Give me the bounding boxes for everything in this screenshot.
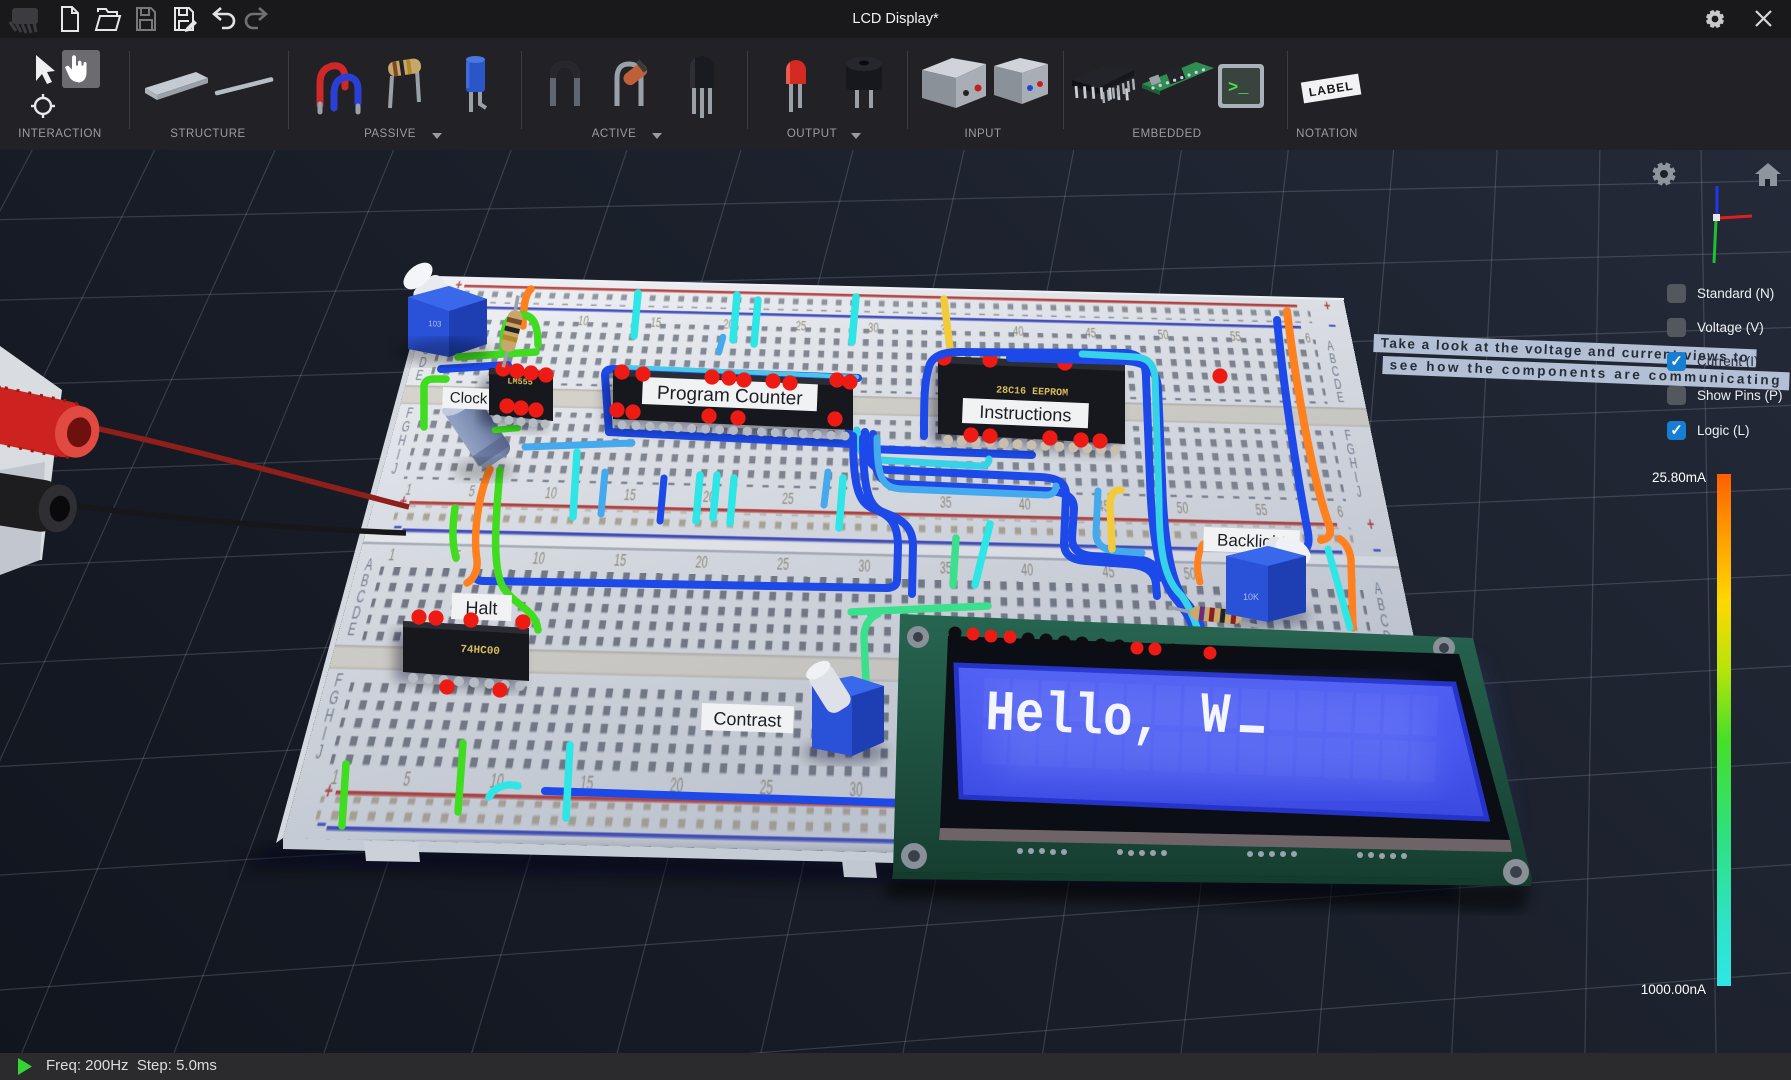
svg-text:>_: >_: [1228, 79, 1249, 98]
svg-text:Hello,: Hello,: [984, 683, 1163, 755]
svg-text:Contrast: Contrast: [713, 708, 782, 730]
svg-text:Clock: Clock: [450, 389, 489, 407]
svg-text:10K: 10K: [1243, 592, 1259, 602]
svg-text:Instructions: Instructions: [979, 402, 1072, 426]
svg-text:74HC00: 74HC00: [460, 644, 500, 658]
svg-text:W: W: [1199, 685, 1231, 751]
svg-text:103: 103: [428, 319, 442, 329]
